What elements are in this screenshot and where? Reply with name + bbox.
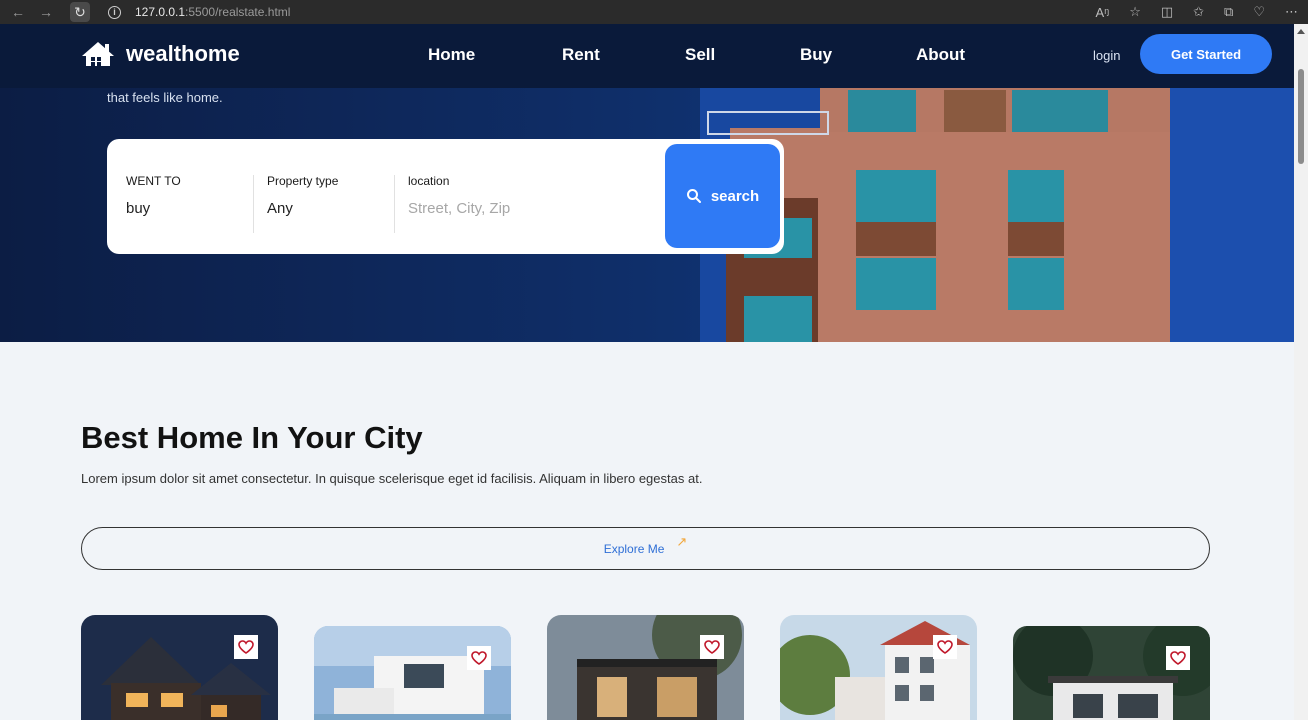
- house-logo-icon: [82, 42, 114, 66]
- favorites-icon[interactable]: ✩: [1193, 4, 1204, 20]
- property-card[interactable]: [1013, 626, 1210, 720]
- property-type-select[interactable]: Any: [267, 200, 338, 217]
- property-card[interactable]: [314, 626, 511, 720]
- favorite-button[interactable]: [467, 646, 491, 670]
- property-type-field[interactable]: Property type Any: [267, 174, 338, 217]
- property-card[interactable]: [547, 615, 744, 720]
- favorite-button[interactable]: [1166, 646, 1190, 670]
- scroll-up-icon[interactable]: [1297, 29, 1305, 34]
- get-started-button[interactable]: Get Started: [1140, 34, 1272, 74]
- search-button-label: search: [710, 187, 760, 205]
- field-divider: [253, 175, 254, 233]
- property-card[interactable]: [780, 615, 977, 720]
- nav-rent[interactable]: Rent: [562, 45, 600, 65]
- property-image: [81, 615, 278, 720]
- nav-about[interactable]: About: [916, 45, 965, 65]
- property-type-label: Property type: [267, 174, 339, 188]
- section-title: Best Home In Your City: [81, 420, 423, 455]
- info-icon[interactable]: i: [108, 5, 121, 19]
- property-card[interactable]: [81, 615, 278, 720]
- heart-icon: [471, 651, 487, 665]
- page-scrollbar[interactable]: [1294, 24, 1308, 720]
- nav-buy[interactable]: Buy: [800, 45, 832, 65]
- favorite-button[interactable]: [234, 635, 258, 659]
- arrow-up-right-icon: ↗: [676, 533, 688, 549]
- heart-icon: [238, 640, 254, 654]
- field-divider: [394, 175, 395, 233]
- location-input[interactable]: Street, City, Zip: [408, 200, 510, 217]
- url-host: 127.0.0.1: [135, 5, 186, 19]
- more-icon[interactable]: ⋯: [1285, 4, 1298, 20]
- heart-icon: [1170, 651, 1186, 665]
- nav-sell[interactable]: Sell: [685, 45, 715, 65]
- hero-tagline: that feels like home.: [107, 90, 223, 105]
- search-button[interactable]: search: [665, 144, 780, 248]
- favorite-star-icon[interactable]: ☆: [1129, 4, 1141, 20]
- location-field[interactable]: location Street, City, Zip: [408, 174, 510, 217]
- browser-toolbar: ← → ↻ i 127.0.0.1:5500/realstate.html Aᵑ…: [0, 0, 1308, 24]
- went-to-select[interactable]: buy: [126, 200, 181, 217]
- read-aloud-icon[interactable]: Aᵑ: [1096, 5, 1110, 20]
- collections-icon[interactable]: ⧉: [1224, 4, 1233, 20]
- logo[interactable]: wealthome: [80, 40, 240, 68]
- nav-home[interactable]: Home: [428, 45, 475, 65]
- url-path: :5500/realstate.html: [185, 5, 291, 19]
- went-to-label: WENT TO: [126, 174, 181, 188]
- login-link[interactable]: login: [1093, 48, 1120, 63]
- went-to-field[interactable]: WENT TO buy: [126, 174, 181, 217]
- search-icon: [686, 189, 701, 203]
- property-image: [547, 615, 744, 720]
- scrollbar-thumb[interactable]: [1298, 69, 1304, 164]
- location-label: location: [408, 174, 450, 188]
- favorite-button[interactable]: [933, 635, 957, 659]
- heart-icon: [704, 640, 720, 654]
- heart-icon: [937, 640, 953, 654]
- reload-icon[interactable]: ↻: [70, 2, 90, 22]
- property-image: [1013, 626, 1210, 720]
- section-description: Lorem ipsum dolor sit amet consectetur. …: [81, 471, 703, 486]
- site-header: wealthome Home Rent Sell Buy About login…: [0, 24, 1294, 88]
- split-screen-icon[interactable]: ◫: [1161, 4, 1173, 20]
- brand-name: wealthome: [126, 41, 240, 66]
- property-image: [780, 615, 977, 720]
- building-image: [700, 88, 1294, 342]
- extension-icon[interactable]: ♡: [1253, 4, 1265, 20]
- forward-icon[interactable]: →: [36, 2, 56, 22]
- favorite-button[interactable]: [700, 635, 724, 659]
- address-bar[interactable]: i 127.0.0.1:5500/realstate.html: [108, 5, 290, 19]
- explore-button[interactable]: Explore Me ↗: [81, 527, 1210, 570]
- back-icon[interactable]: ←: [8, 2, 28, 22]
- property-image: [314, 626, 511, 720]
- explore-label: Explore Me: [603, 541, 665, 556]
